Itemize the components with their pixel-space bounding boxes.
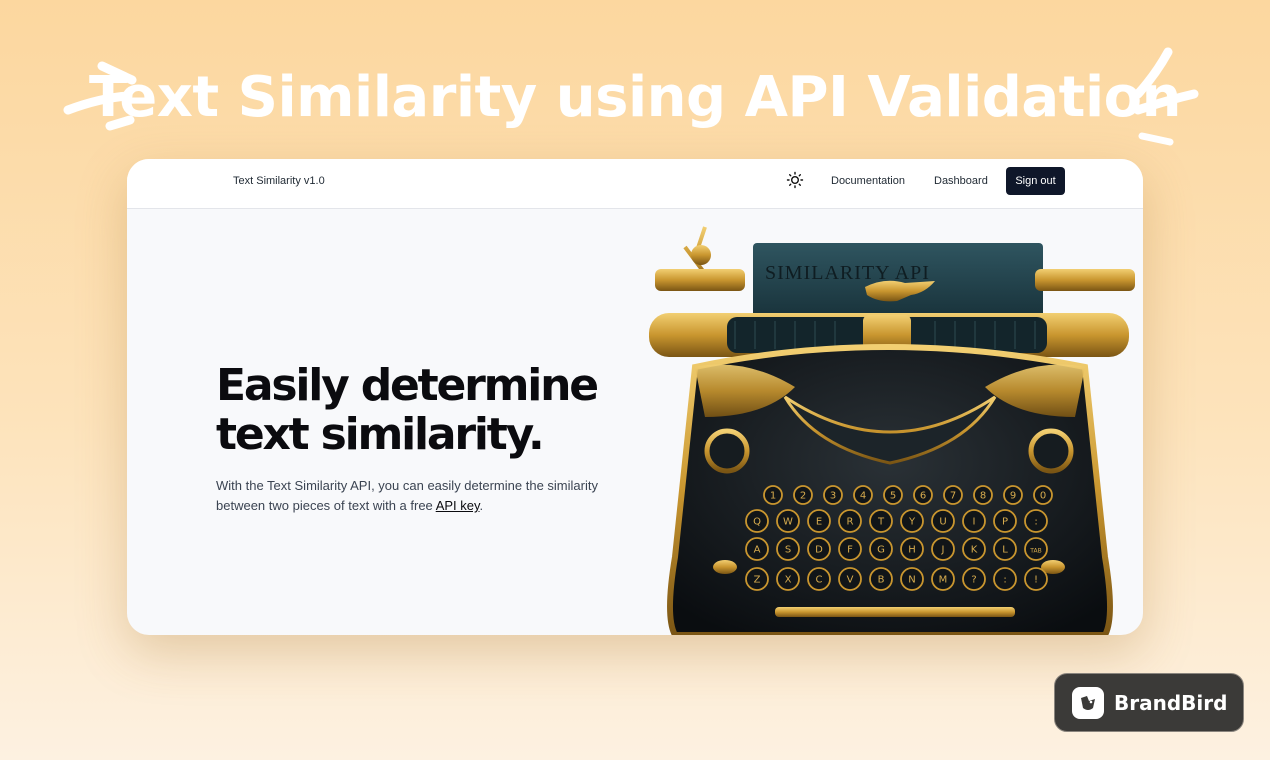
sun-icon[interactable] xyxy=(786,171,804,189)
typewriter-key-label: W xyxy=(783,517,793,528)
typewriter-key-label: P xyxy=(1002,517,1008,528)
typewriter-key-label: 1 xyxy=(770,491,776,502)
typewriter-key-label: X xyxy=(785,575,792,586)
hero-title: Easily determine text similarity. xyxy=(216,361,656,459)
app-window: Text Similarity v1.0 Documentation Dashb… xyxy=(127,159,1143,635)
typewriter-key-label: V xyxy=(847,575,854,586)
typewriter-key-label: Z xyxy=(754,575,761,586)
typewriter-key-label: 6 xyxy=(920,491,926,502)
sign-out-button[interactable]: Sign out xyxy=(1006,167,1065,195)
typewriter-key-label: H xyxy=(908,545,916,556)
top-navbar: Text Similarity v1.0 Documentation Dashb… xyxy=(127,159,1143,209)
hero-title-line-1: Easily determine xyxy=(216,360,599,411)
hero-description: With the Text Similarity API, you can ea… xyxy=(216,476,636,516)
typewriter-key-label: 2 xyxy=(800,491,806,502)
typewriter-key-label: : xyxy=(1003,575,1006,586)
typewriter-key-label: 8 xyxy=(980,491,986,502)
api-key-link[interactable]: API key xyxy=(436,498,480,513)
typewriter-key-label: M xyxy=(939,575,948,586)
hero-title-line-2: text similarity. xyxy=(216,409,545,460)
typewriter-key-label: 7 xyxy=(950,491,956,502)
hero-description-end: . xyxy=(479,498,484,513)
typewriter-key-label: R xyxy=(847,517,854,528)
typewriter-key-label: 0 xyxy=(1040,491,1046,502)
brandbird-watermark: BrandBird xyxy=(1054,673,1244,732)
typewriter-key-label: Y xyxy=(908,517,916,528)
typewriter-key-label: ! xyxy=(1034,575,1038,586)
typewriter-key-label: I xyxy=(973,517,976,528)
brandbird-logo-icon xyxy=(1072,686,1104,719)
typewriter-key-label: E xyxy=(816,517,822,528)
nav-documentation-link[interactable]: Documentation xyxy=(831,175,905,187)
typewriter-key-label: 9 xyxy=(1010,491,1016,502)
typewriter-key-label: 5 xyxy=(890,491,896,502)
hero-description-text: With the Text Similarity API, you can ea… xyxy=(216,478,598,513)
typewriter-key-label: B xyxy=(878,575,885,586)
typewriter-key-label: T xyxy=(877,517,885,528)
typewriter-key-label: J xyxy=(941,545,945,556)
typewriter-key-label: K xyxy=(971,545,978,556)
typewriter-key-label: N xyxy=(908,575,915,586)
typewriter-key-label: S xyxy=(785,545,791,556)
typewriter-key-label: A xyxy=(754,545,761,556)
page-headline: Text Similarity using API Validation xyxy=(89,65,1181,130)
typewriter-key-label: Q xyxy=(753,517,761,528)
typewriter-key-label: F xyxy=(847,545,853,556)
typewriter-key-label: : xyxy=(1034,517,1037,528)
typewriter-key-label: G xyxy=(877,545,885,556)
typewriter-key-label: 3 xyxy=(830,491,836,502)
typewriter-key-label: 4 xyxy=(860,491,866,502)
nav-dashboard-link[interactable]: Dashboard xyxy=(934,175,988,187)
typewriter-key-label: U xyxy=(939,517,946,528)
paper-text: SIMILARITY API xyxy=(765,262,930,284)
typewriter-key-label: L xyxy=(1002,545,1008,556)
brandbird-label: BrandBird xyxy=(1114,690,1228,715)
typewriter-key-label: C xyxy=(816,575,823,586)
typewriter-key-label: ? xyxy=(971,575,976,586)
typewriter-key-label: TAB xyxy=(1029,548,1041,555)
brand-link[interactable]: Text Similarity v1.0 xyxy=(233,175,325,187)
typewriter-illustration: SIMILARITY API 1 2 3 4 5 6 7 8 9 0Q W E … xyxy=(649,226,1135,635)
typewriter-key-label: D xyxy=(815,545,823,556)
